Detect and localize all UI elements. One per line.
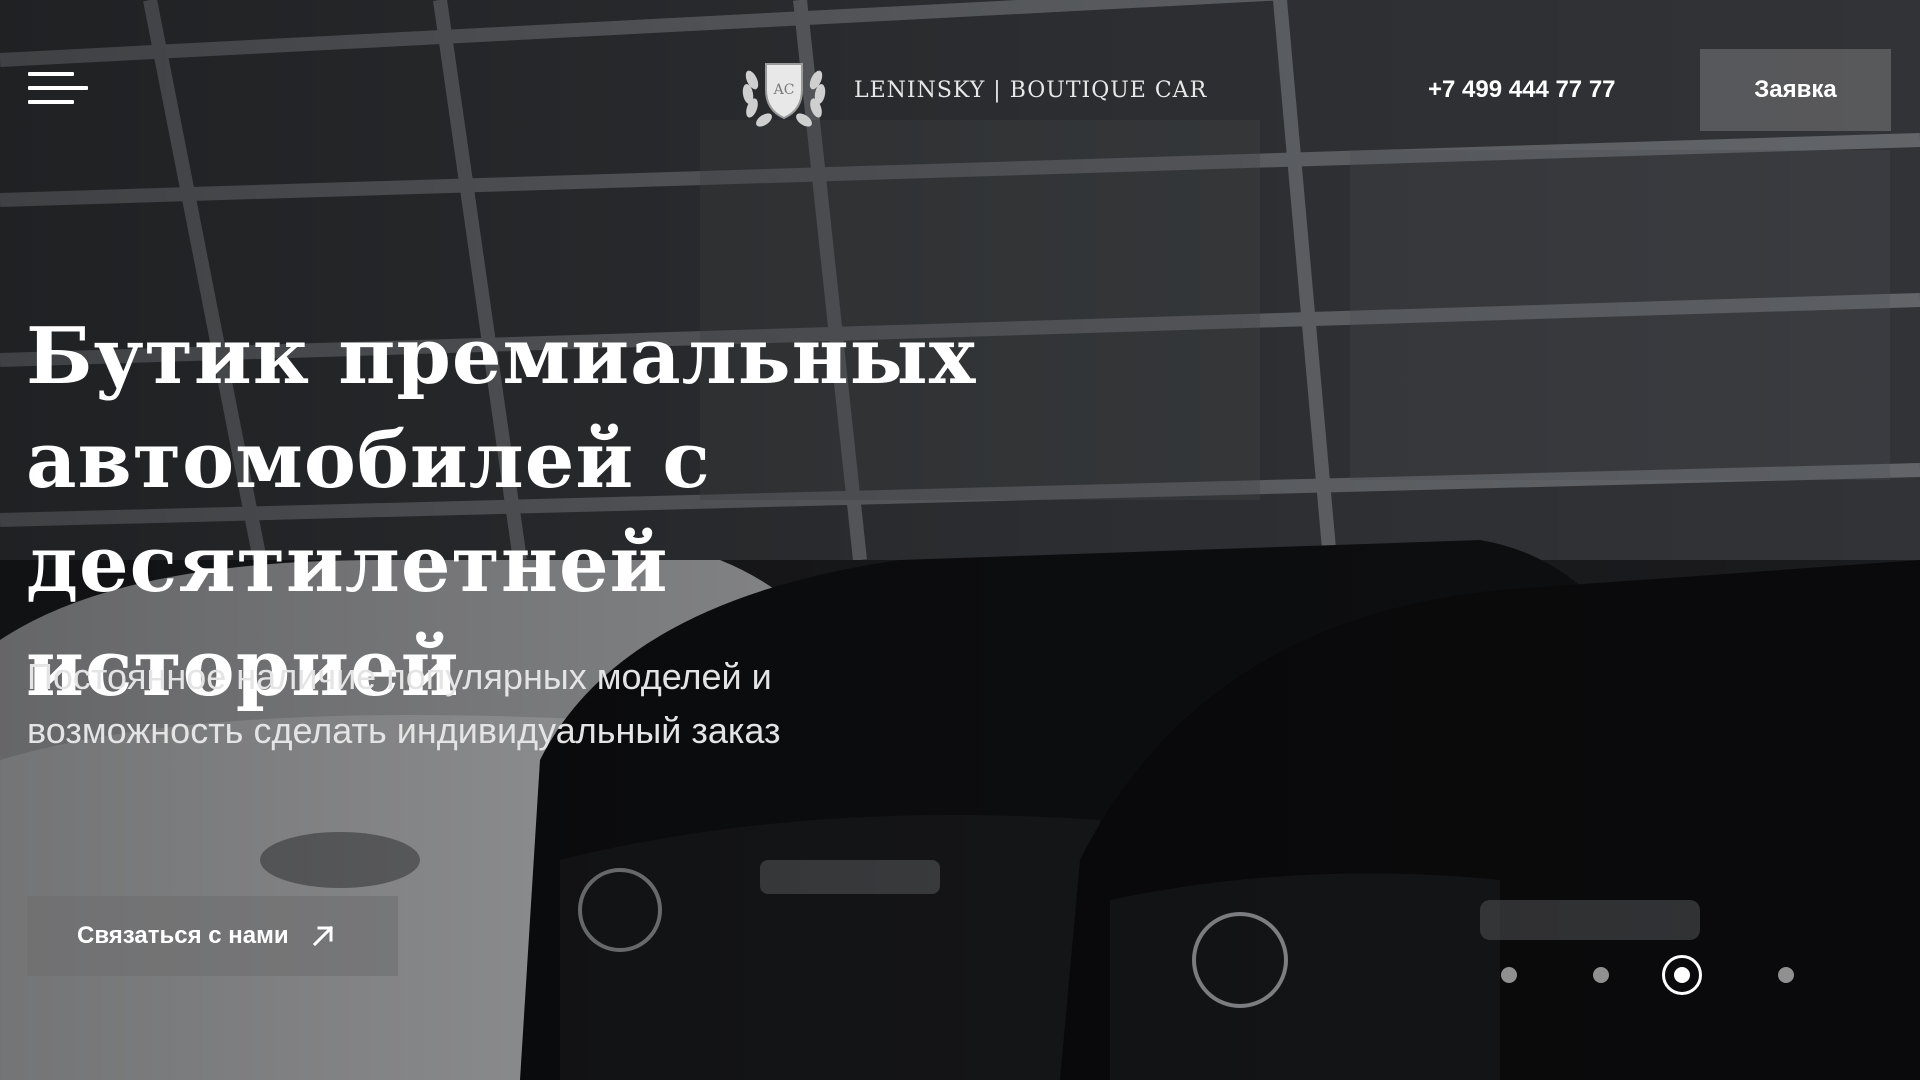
slider-dot-3-active[interactable]: [1662, 955, 1702, 995]
hamburger-menu-icon[interactable]: [28, 70, 88, 106]
slider-dot-2[interactable]: [1593, 967, 1609, 983]
subtitle-line: возможность сделать индивидуальный заказ: [27, 710, 781, 751]
hero-section: AC LENINSKY | BOUTIQUE CAR +7 499 444 77…: [0, 0, 1920, 1080]
hero-subtitle: Постоянное наличие популярных моделей и в…: [27, 650, 927, 758]
contact-us-button[interactable]: Связаться с нами: [27, 896, 398, 976]
site-logo[interactable]: AC LENINSKY | BOUTIQUE CAR: [736, 50, 1207, 130]
phone-link[interactable]: +7 499 444 77 77: [1428, 76, 1616, 104]
slider-pagination: [1500, 950, 1820, 1000]
menu-line: [28, 100, 74, 104]
slider-dot-1[interactable]: [1501, 967, 1517, 983]
menu-line: [28, 86, 88, 90]
headline-line: Бутик премиальных: [26, 311, 977, 402]
slider-dot-4[interactable]: [1778, 967, 1794, 983]
subtitle-line: Постоянное наличие популярных моделей и: [27, 656, 772, 697]
laurel-shield-emblem-icon: AC: [742, 63, 826, 127]
contact-button-label: Связаться с нами: [77, 922, 289, 949]
brand-name: LENINSKY | BOUTIQUE CAR: [854, 77, 1208, 103]
request-button[interactable]: Заявка: [1700, 49, 1891, 131]
arrow-up-right-icon: [312, 925, 333, 947]
menu-line: [28, 72, 74, 76]
svg-text:AC: AC: [773, 82, 795, 98]
headline-line: автомобилей с: [26, 415, 711, 506]
